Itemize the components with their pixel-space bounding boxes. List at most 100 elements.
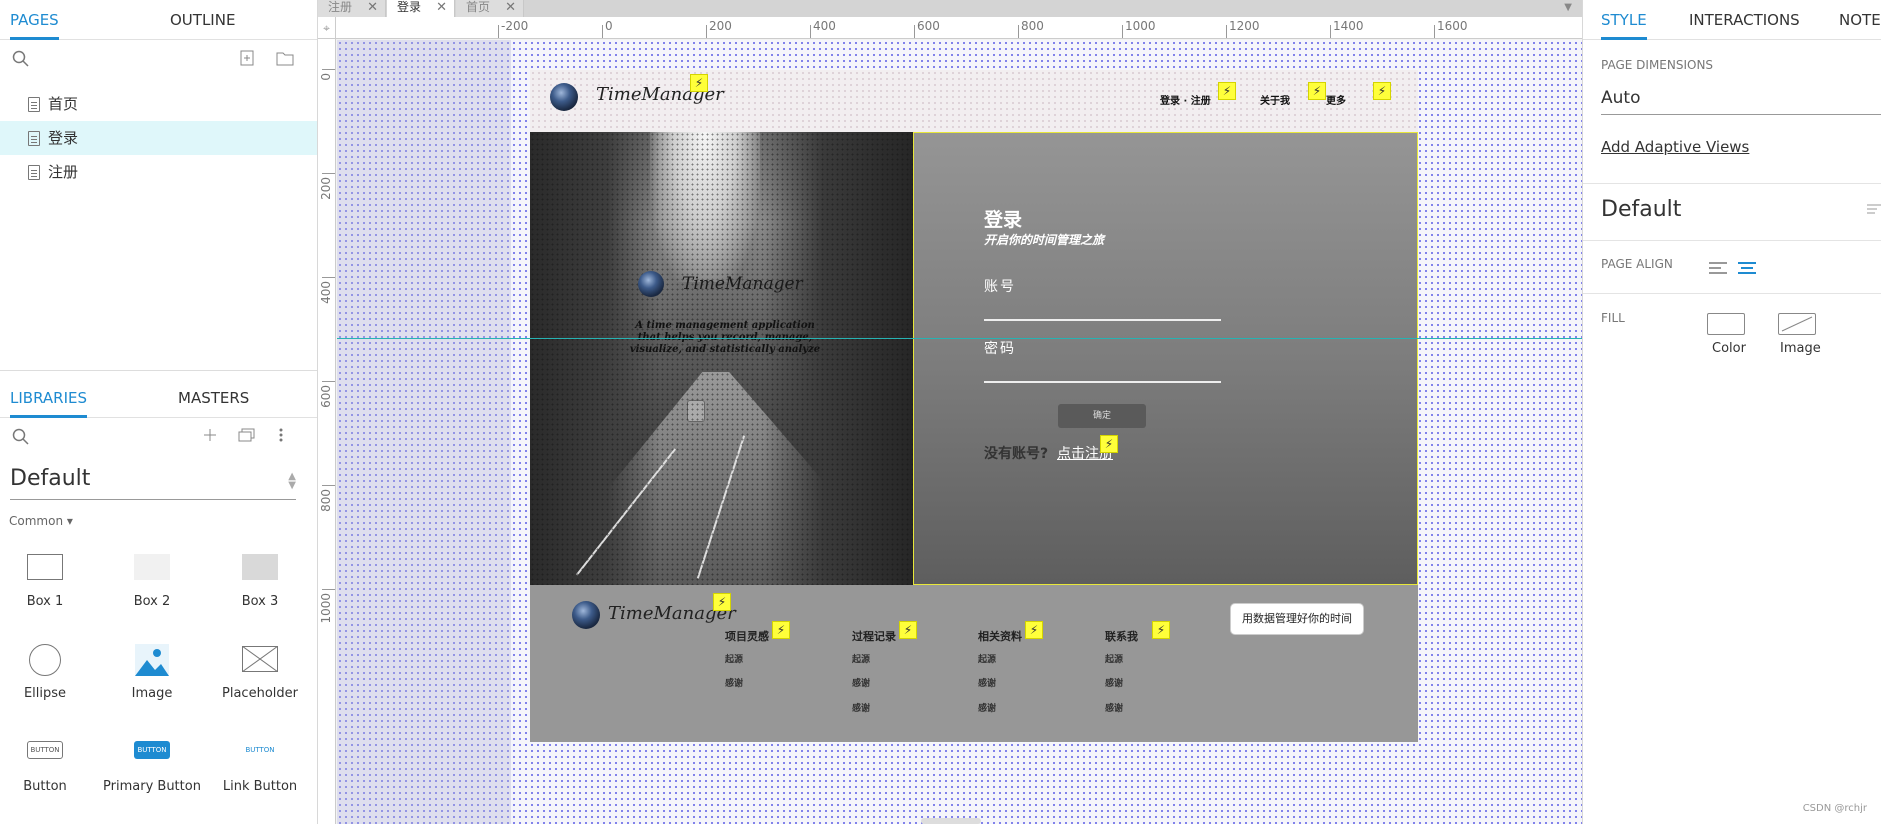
widget-category[interactable]: Common ▾ (9, 514, 73, 528)
right-panel: STYLE INTERACTIONS NOTES PAGE DIMENSIONS… (1582, 0, 1881, 824)
footer-link[interactable]: 感谢 (852, 676, 870, 689)
tab-interactions[interactable]: INTERACTIONS (1689, 11, 1800, 29)
widget-placeholder[interactable]: Placeholder (210, 640, 310, 720)
widget-ellipse[interactable]: Ellipse (0, 640, 95, 720)
slogan-button[interactable]: 用数据管理好你的时间 (1230, 603, 1364, 635)
tab-masters[interactable]: MASTERS (178, 389, 249, 407)
note-bolt-icon: ⚡ (772, 621, 790, 639)
doc-tab-home[interactable]: 首页 ✕ (456, 0, 524, 17)
note-bolt-icon: ⚡ (713, 593, 731, 611)
library-select[interactable]: Default ▲ ▼ (10, 466, 296, 500)
footer-link[interactable]: 感谢 (725, 676, 743, 689)
ruler-label: 200 (709, 19, 732, 33)
widget-box1[interactable]: Box 1 (0, 548, 95, 628)
footer-link[interactable]: 感谢 (1105, 676, 1123, 689)
password-label: 密码 (984, 341, 1016, 357)
ruler-tick (706, 25, 707, 38)
divider (1583, 293, 1881, 294)
nav-more[interactable]: 更多 (1326, 92, 1346, 107)
page-item-login[interactable]: 登录 (0, 121, 317, 155)
page-dimensions-select[interactable]: Auto (1601, 88, 1881, 115)
ruler-label: 1600 (1437, 19, 1468, 33)
edit-style-icon[interactable] (1867, 202, 1881, 222)
library-copies-icon[interactable] (238, 427, 256, 447)
confirm-button[interactable]: 确定 (1058, 404, 1146, 428)
tab-libraries[interactable]: LIBRARIES (10, 389, 87, 418)
updown-chevron-icon: ▲ ▼ (288, 471, 296, 491)
site-footer: TimeManager ⚡ 项目灵感 ⚡ 起源 感谢 过程记录 ⚡ 起源 感谢 … (530, 585, 1418, 742)
page-align-label: PAGE ALIGN (1601, 257, 1673, 271)
close-icon[interactable]: ✕ (367, 0, 378, 15)
add-library-icon[interactable] (202, 427, 218, 447)
divider (1583, 183, 1881, 184)
fill-image-swatch[interactable] (1778, 313, 1816, 335)
widget-link-button[interactable]: BUTTON Link Button (210, 733, 310, 813)
primary-button-icon: BUTTON (134, 741, 170, 759)
align-center-icon[interactable] (1738, 260, 1756, 279)
tab-style[interactable]: STYLE (1601, 11, 1647, 40)
footer-link[interactable]: 起源 (978, 652, 996, 665)
more-vert-icon[interactable] (278, 427, 284, 447)
crosshair-icon[interactable]: ⌖ (318, 17, 336, 39)
style-name[interactable]: Default (1601, 197, 1681, 222)
footer-link[interactable]: 起源 (852, 652, 870, 665)
add-adaptive-views-link[interactable]: Add Adaptive Views (1601, 138, 1749, 156)
widget-label: Image (131, 686, 173, 701)
widget-box2[interactable]: Box 2 (102, 548, 202, 628)
search-icon[interactable] (12, 428, 30, 450)
tabs-overflow-chevron-icon[interactable]: ▼ (1564, 2, 1572, 13)
page-item-register[interactable]: 注册 (0, 155, 317, 189)
design-canvas[interactable]: TimeManager ⚡ 登录 · 注册 ⚡ 关于我 ⚡ 更多 ⚡ TimeM… (337, 40, 1582, 824)
nav-about[interactable]: 关于我 (1260, 92, 1290, 107)
widget-label: Placeholder (222, 686, 298, 701)
account-label: 账号 (984, 279, 1016, 295)
widget-box3[interactable]: Box 3 (210, 548, 310, 628)
ruler-tick (1330, 25, 1331, 38)
widget-button[interactable]: BUTTON Button (0, 733, 95, 813)
account-field[interactable] (984, 319, 1221, 321)
add-page-icon[interactable] (240, 50, 254, 70)
footer-link[interactable]: 感谢 (978, 676, 996, 689)
footer-link[interactable]: 起源 (725, 652, 743, 665)
page-item-home[interactable]: 首页 (0, 87, 317, 121)
canvas-area: 注册 ✕ 登录 ✕ 首页 ✕ ▼ ⌖ -200 0 200 400 600 800 1000 120… (318, 0, 1582, 824)
ruler-tick (914, 25, 915, 38)
align-left-icon[interactable] (1709, 260, 1727, 279)
box3-icon (242, 554, 278, 580)
ruler-label: 800 (1021, 19, 1044, 33)
fill-color-swatch[interactable] (1707, 313, 1745, 335)
doc-tab-login[interactable]: 登录 ✕ (387, 0, 455, 17)
close-icon[interactable]: ✕ (436, 0, 447, 15)
note-bolt-icon: ⚡ (1025, 621, 1043, 639)
horizontal-scrollbar[interactable] (921, 818, 981, 824)
page-item-label: 登录 (48, 129, 79, 147)
tab-pages[interactable]: PAGES (10, 11, 59, 40)
search-icon[interactable] (12, 50, 30, 72)
footer-link[interactable]: 感谢 (1105, 701, 1123, 714)
close-icon[interactable]: ✕ (505, 0, 516, 15)
footer-link[interactable]: 起源 (1105, 652, 1123, 665)
widget-image[interactable]: Image (102, 640, 202, 720)
tab-outline[interactable]: OUTLINE (170, 11, 235, 29)
ruler-label: 0 (319, 73, 333, 81)
doc-tab-label: 登录 (397, 0, 422, 14)
widget-label: Box 1 (26, 594, 64, 609)
doc-tab-register[interactable]: 注册 ✕ (318, 0, 386, 17)
footer-link[interactable]: 感谢 (852, 701, 870, 714)
ruler-tick (322, 485, 335, 486)
ruler-tick (810, 25, 811, 38)
guide-line[interactable] (337, 338, 1582, 339)
nav-login-register[interactable]: 登录 · 注册 (1160, 92, 1211, 107)
vertical-ruler: 0 200 400 600 800 1000 (318, 39, 336, 824)
ruler-tick (498, 25, 499, 38)
ruler-tick (322, 277, 335, 278)
libraries-tabbar: LIBRARIES MASTERS (0, 378, 317, 418)
widget-primary-button[interactable]: BUTTON Primary Button (102, 733, 202, 813)
password-field[interactable] (984, 381, 1221, 383)
add-folder-icon[interactable] (276, 50, 294, 70)
site-header[interactable]: TimeManager ⚡ 登录 · 注册 ⚡ 关于我 ⚡ 更多 ⚡ (530, 70, 1418, 132)
login-title: 登录 (984, 209, 1023, 231)
footer-link[interactable]: 感谢 (978, 701, 996, 714)
tab-notes[interactable]: NOTES (1839, 11, 1881, 29)
ruler-label: 1000 (319, 593, 333, 624)
